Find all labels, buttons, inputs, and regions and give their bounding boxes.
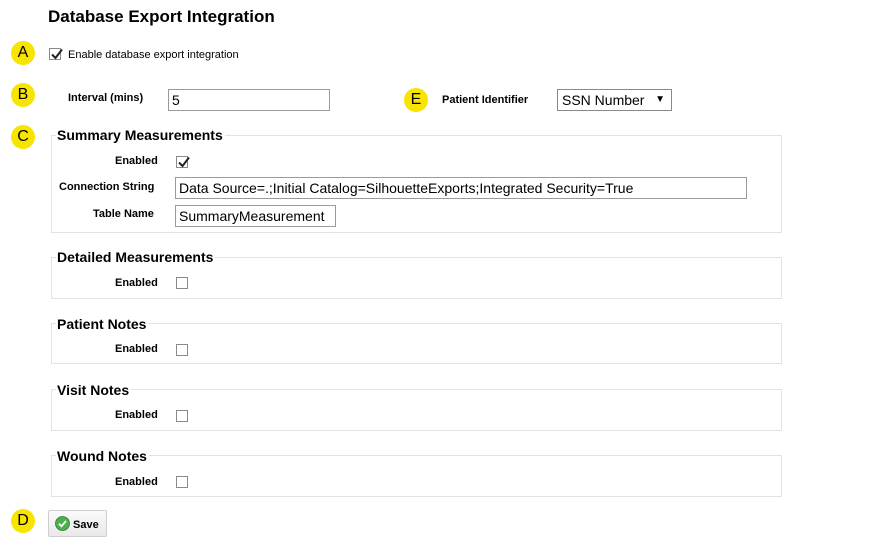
checkmark-icon [178, 156, 190, 168]
patient-notes-title: Patient Notes [56, 316, 149, 332]
connection-string-input[interactable]: Data Source=.;Initial Catalog=Silhouette… [175, 177, 747, 199]
patient-notes-section [51, 323, 782, 364]
detailed-enabled-label: Enabled [115, 277, 158, 289]
visit-notes-enabled-checkbox[interactable] [176, 410, 188, 422]
wound-notes-enabled-checkbox[interactable] [176, 476, 188, 488]
patient-notes-enabled-checkbox[interactable] [176, 344, 188, 356]
patient-notes-enabled-label: Enabled [115, 343, 158, 355]
enable-integration-label: Enable database export integration [68, 49, 239, 61]
enable-integration-checkbox[interactable] [49, 48, 63, 60]
visit-notes-section [51, 389, 782, 431]
save-button-label: Save [73, 519, 99, 531]
dropdown-arrow-icon: ▼ [655, 94, 665, 105]
patient-identifier-select[interactable]: SSN Number ▼ [557, 89, 672, 111]
marker-e: E [404, 88, 428, 112]
table-name-input[interactable]: SummaryMeasurement [175, 205, 336, 227]
summary-enabled-label: Enabled [115, 155, 158, 167]
page-title: Database Export Integration [48, 7, 275, 26]
visit-notes-enabled-label: Enabled [115, 409, 158, 421]
interval-label: Interval (mins) [68, 92, 144, 104]
summary-measurements-title: Summary Measurements [56, 127, 225, 143]
patient-identifier-label: Patient Identifier [442, 94, 529, 106]
wound-notes-title: Wound Notes [56, 448, 149, 464]
summary-enabled-checkbox[interactable] [176, 156, 190, 168]
marker-b: B [11, 83, 35, 107]
interval-input[interactable]: 5 [168, 89, 330, 111]
checkmark-icon [51, 48, 63, 60]
wound-notes-section [51, 455, 782, 497]
marker-c: C [11, 125, 35, 149]
patient-identifier-value: SSN Number [562, 92, 645, 108]
marker-a: A [11, 41, 35, 65]
save-button[interactable]: Save [48, 510, 107, 537]
detailed-measurements-title: Detailed Measurements [56, 249, 216, 265]
connection-string-label: Connection String [59, 181, 155, 193]
detailed-enabled-checkbox[interactable] [176, 277, 188, 289]
marker-d: D [11, 509, 35, 533]
table-name-label: Table Name [93, 208, 154, 220]
visit-notes-title: Visit Notes [56, 382, 132, 398]
ok-circle-icon [55, 516, 70, 531]
wound-notes-enabled-label: Enabled [115, 476, 158, 488]
